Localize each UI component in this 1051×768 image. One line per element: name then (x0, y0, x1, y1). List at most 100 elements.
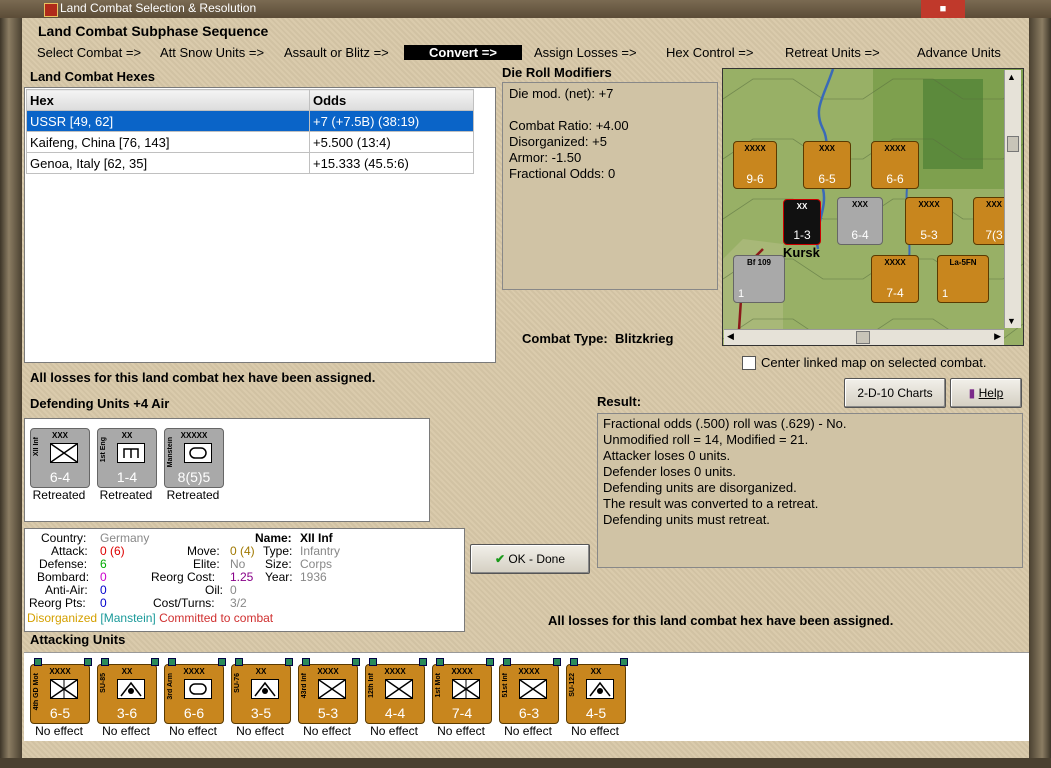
map-counter[interactable]: Bf 109 1 (733, 255, 785, 303)
phase-step[interactable]: Att Snow Units => (160, 45, 264, 60)
result-line: Defending units are disorganized. (603, 480, 797, 495)
reorg-pts-label: Reorg Pts: (29, 596, 86, 610)
unit-symbol-icon (184, 443, 212, 463)
unit-counter[interactable]: XXXX 51st Inf 6-3 (499, 664, 559, 724)
hex-row[interactable]: USSR [49, 62] +7 (+7.5B) (38:19) (26, 110, 474, 132)
map-counter[interactable]: XXX 6-4 (837, 197, 883, 245)
losses-message-top: All losses for this land combat hex have… (30, 370, 376, 385)
app-icon (44, 3, 58, 17)
counter-size: XXX (818, 144, 835, 153)
unit-value: 4-5 (585, 705, 607, 721)
scroll-thumb[interactable] (856, 331, 870, 344)
map-counter[interactable]: XXXX 7-4 (871, 255, 919, 303)
modifier-line (509, 102, 711, 118)
unit-name: SU-76 (234, 673, 241, 693)
map-horizontal-scrollbar[interactable]: ◀ ▶ (724, 329, 1004, 345)
counter-value: 1 (738, 288, 745, 300)
status-disorganized: Disorganized (27, 611, 98, 625)
hex-row[interactable]: Genoa, Italy [62, 35] +15.333 (45.5:6) (26, 152, 474, 174)
phase-step[interactable]: Advance Units (917, 45, 1001, 60)
unit-status-label: Retreated (99, 488, 153, 502)
modifier-line: Fractional Odds: 0 (509, 166, 616, 181)
unit-status-label: No effect (35, 724, 83, 738)
counter-value: 5-3 (920, 228, 938, 242)
column-header-hex[interactable]: Hex (26, 89, 310, 111)
unit-counter[interactable]: XX SU-85 3-6 (97, 664, 157, 724)
unit-counter[interactable]: XXXXX Manstein 8(5)5 (164, 428, 224, 488)
phase-step-active[interactable]: Convert => (404, 45, 522, 60)
help-button[interactable]: ▮ Help (950, 378, 1022, 408)
frame-right (1029, 18, 1051, 768)
map-counter[interactable]: XXXX 5-3 (905, 197, 953, 245)
unit-name: SU-85 (100, 673, 107, 693)
unit-value: 6-4 (49, 469, 71, 485)
unit-status: Disorganized [Manstein] Committed to com… (27, 612, 273, 625)
title-bar[interactable]: Land Combat Selection & Resolution ■ (0, 0, 1051, 18)
counter-size: XXXX (884, 258, 906, 267)
modifier-line: Armor: -1.50 (509, 150, 582, 165)
charts-button[interactable]: 2-D-10 Charts (844, 378, 946, 408)
phase-step[interactable]: Hex Control => (666, 45, 753, 60)
unit-value: 6-6 (183, 705, 205, 721)
unit-value: 6-5 (49, 705, 71, 721)
map-counter[interactable]: XXXX 9-6 (733, 141, 777, 189)
unit-counter[interactable]: XX 1st Eng 1-4 (97, 428, 157, 488)
book-icon: ▮ (968, 386, 976, 400)
unit-counter[interactable]: XXX XII Inf 6-4 (30, 428, 90, 488)
unit-status-dot (168, 658, 176, 666)
unit-status-dot (553, 658, 561, 666)
scroll-up-icon[interactable]: ▲ (1007, 72, 1016, 82)
map-counter[interactable]: XX 1-3 (783, 199, 821, 245)
unit-status-dot (302, 658, 310, 666)
scroll-left-icon[interactable]: ◀ (727, 331, 734, 342)
unit-symbol-icon (50, 679, 78, 699)
unit-status-label: No effect (169, 724, 217, 738)
unit-counter[interactable]: XXXX 1st Mot 7-4 (432, 664, 492, 724)
unit-status-dot (352, 658, 360, 666)
result-box: Fractional odds (.500) roll was (.629) -… (597, 413, 1023, 568)
unit-info-box: Country: Germany Name: XII Inf Attack: 0… (24, 528, 465, 632)
hex-row[interactable]: Kaifeng, China [76, 143] +5.500 (13:4) (26, 131, 474, 153)
year-label: Year: (265, 570, 293, 584)
map-counter[interactable]: La-5FN 1 (937, 255, 989, 303)
result-line: Unmodified roll = 14, Modified = 21. (603, 432, 809, 447)
phase-step[interactable]: Select Combat => (37, 45, 141, 60)
column-header-odds[interactable]: Odds (309, 89, 474, 111)
unit-counter[interactable]: XXXX 12th Inf 4-4 (365, 664, 425, 724)
phase-step[interactable]: Retreat Units => (785, 45, 880, 60)
scroll-right-icon[interactable]: ▶ (994, 331, 1001, 342)
unit-status-dot (84, 658, 92, 666)
unit-status-label: No effect (437, 724, 485, 738)
unit-name: SU-122 (569, 673, 576, 697)
unit-status-dot (218, 658, 226, 666)
unit-status-label: No effect (370, 724, 418, 738)
odds-cell: +15.333 (45.5:6) (309, 152, 474, 174)
unit-counter[interactable]: XXXX 3rd Arm 6-6 (164, 664, 224, 724)
subphase-title: Land Combat Subphase Sequence (38, 23, 269, 39)
map-counter[interactable]: XXX 6-5 (803, 141, 851, 189)
map-counter[interactable]: XXXX 6-6 (871, 141, 919, 189)
defending-title: Defending Units +4 Air (30, 396, 170, 411)
hex-cell: Genoa, Italy [62, 35] (26, 152, 310, 174)
phase-step[interactable]: Assign Losses => (534, 45, 637, 60)
hex-list[interactable]: Hex Odds USSR [49, 62] +7 (+7.5B) (38:19… (24, 87, 496, 363)
unit-counter[interactable]: XX SU-122 4-5 (566, 664, 626, 724)
unit-symbol-icon (117, 443, 145, 463)
linked-map[interactable]: XXXX 9-6 XXX 6-5 XXXX 6-6 XX 1-3 XXX 6-4… (722, 68, 1024, 346)
center-map-checkbox[interactable] (742, 356, 756, 370)
phase-step[interactable]: Assault or Blitz => (284, 45, 389, 60)
counter-size: XXXX (744, 144, 766, 153)
close-window-button[interactable]: ■ (921, 0, 965, 18)
counter-value: 1-3 (793, 228, 811, 242)
unit-symbol-icon (385, 679, 413, 699)
scroll-down-icon[interactable]: ▼ (1007, 316, 1016, 326)
unit-counter[interactable]: XX SU-76 3-5 (231, 664, 291, 724)
unit-counter[interactable]: XXXX 4th GD Mot 6-5 (30, 664, 90, 724)
unit-counter[interactable]: XXXX 43rd Inf 5-3 (298, 664, 358, 724)
frame-bottom (0, 758, 1051, 768)
unit-status-dot (235, 658, 243, 666)
ok-done-button[interactable]: ✔ OK - Done (470, 544, 590, 574)
combat-type-value: Blitzkrieg (614, 331, 674, 346)
map-vertical-scrollbar[interactable]: ▲ ▼ (1004, 70, 1021, 328)
scroll-thumb[interactable] (1007, 136, 1019, 152)
